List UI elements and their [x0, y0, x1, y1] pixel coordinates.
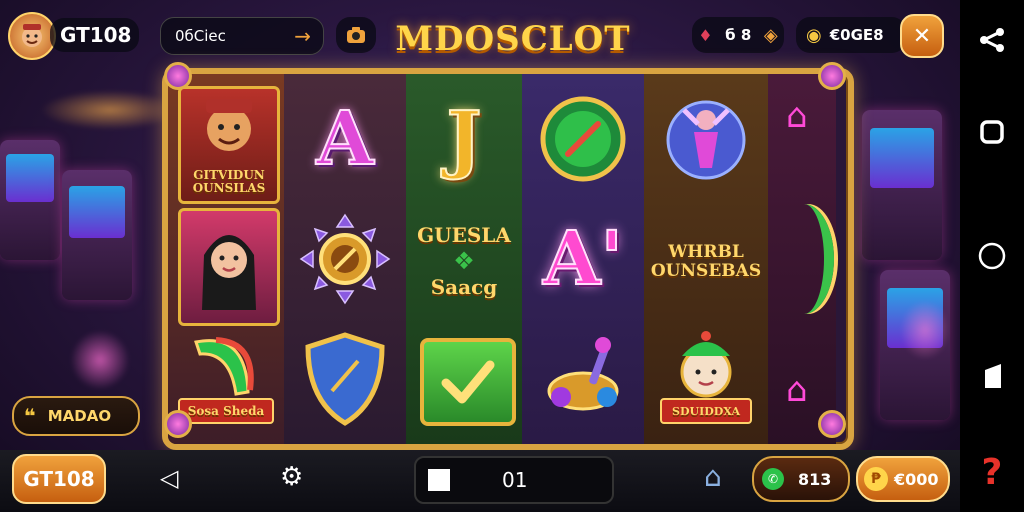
fairy-icon — [666, 100, 746, 180]
board-corner-gem-bl — [164, 410, 192, 438]
coins-display[interactable]: ◉ €0GE8 — [796, 17, 906, 53]
leaf-gem-icon: ❖ — [453, 247, 475, 275]
board-corner-gem-br — [818, 410, 846, 438]
lamp-icon — [547, 337, 619, 411]
stat-value: б 8 — [725, 26, 752, 44]
wild-bottom-label: Saacg — [430, 275, 498, 299]
pink-lamp-right — [900, 300, 950, 360]
board-corner-gem-tl — [164, 62, 192, 90]
reel-5: WHRBL OUNSEBAS SDUIDDXA — [644, 74, 768, 444]
promo-field[interactable]: 0бСіес → — [160, 17, 324, 55]
counter-display[interactable]: 01 — [414, 456, 614, 504]
shield-symbol[interactable] — [292, 324, 398, 434]
elf-badge-label: SDUIDDXA — [672, 404, 740, 418]
promo-text: 0бСіес — [175, 27, 226, 45]
balance-value: 813 — [798, 469, 832, 489]
gear-icon[interactable]: ⚙ — [280, 462, 303, 492]
ceiling-lights — [40, 90, 180, 130]
letter-a-symbol[interactable]: A — [284, 84, 406, 194]
arcade-machine-left — [0, 140, 60, 260]
coin-icon: ₱ — [864, 467, 888, 491]
help-icon[interactable]: ? — [972, 452, 1012, 493]
magic-lamp-symbol[interactable] — [532, 326, 634, 432]
fairy-symbol[interactable] — [654, 84, 758, 196]
reel-4: A' — [522, 74, 644, 444]
home-circle-icon[interactable] — [972, 236, 1012, 276]
letter-j-symbol[interactable]: J — [406, 84, 522, 194]
medallion-icon — [540, 96, 626, 182]
counter-value: 01 — [502, 468, 528, 492]
arcade-machine-left-2 — [62, 170, 132, 300]
wild-top-label: GUESLA — [417, 223, 511, 247]
player-name-tag: GT108 — [50, 18, 140, 52]
check-tile-symbol[interactable] — [420, 338, 516, 426]
home-icon[interactable]: ⌂ — [704, 460, 722, 493]
banner-label: Sosa Sheda — [187, 404, 265, 418]
elf-boy-icon — [680, 331, 732, 398]
bottom-left-banner: Sosa Sheda — [178, 398, 274, 424]
girl-portrait-icon — [202, 235, 256, 310]
speech-bubble-icon: ❝ — [24, 404, 36, 428]
house-gem-icon[interactable]: ⌂ — [786, 96, 808, 136]
balance-display[interactable]: ✆ 813 — [752, 456, 850, 502]
bonus-button[interactable]: ❝ MADAO — [12, 396, 140, 436]
house-gem-icon-2[interactable]: ⌂ — [786, 370, 808, 410]
girl-card-symbol[interactable] — [178, 208, 280, 326]
brand-button[interactable]: GT108 — [12, 454, 106, 504]
coins-value: €0GE8 — [829, 26, 884, 44]
game-title: MDOSCLOT — [395, 19, 631, 59]
bonus-label: MADAO — [47, 407, 112, 425]
recents-icon[interactable] — [972, 112, 1012, 152]
back-triangle-icon[interactable]: ◁ — [160, 464, 178, 492]
slot-board: GITVIDUN OUNSILAS Sosa Sheda A J GUESLA … — [162, 68, 854, 450]
pink-lamp — [70, 330, 130, 390]
horn-icon — [194, 337, 254, 396]
banner-text-symbol[interactable]: WHRBL OUNSEBAS — [648, 214, 764, 310]
brand-label: GT108 — [23, 467, 95, 491]
stat-display[interactable]: ♦ б 8 ◈ — [692, 17, 784, 53]
heart-gem-icon: ♦ — [698, 25, 713, 45]
coins-bottom-value: €000 — [894, 469, 939, 489]
reel-1: GITVIDUN OUNSILAS Sosa Sheda — [168, 74, 284, 444]
banner-text-label: WHRBL OUNSEBAS — [650, 242, 762, 281]
curved-horn-symbol[interactable] — [774, 204, 834, 314]
compass-gem-icon — [299, 213, 391, 305]
elf-boy-symbol[interactable]: SDUIDDXA — [654, 328, 758, 432]
phone-icon: ✆ — [762, 468, 784, 490]
shield-icon — [305, 332, 385, 426]
green-medallion-symbol[interactable] — [532, 84, 634, 194]
camera-icon — [347, 27, 365, 43]
elf-badge: SDUIDDXA — [660, 398, 752, 424]
reel-6: ⌂ ⌂ — [768, 74, 836, 444]
checkmark-icon — [441, 360, 495, 404]
back-icon[interactable] — [972, 356, 1012, 396]
reel-3: J GUESLA ❖ Saacg — [406, 74, 522, 444]
stop-square-icon — [428, 469, 450, 491]
bottom-bar: GT108 ◁ ⚙ 01 ⌂ ✆ 813 ₱ €000 — [0, 450, 960, 512]
game-scene: GT108 0бСіес → MDOSCLOT ♦ б 8 ◈ ◉ €0GE8 … — [0, 0, 960, 512]
letter-a-prime-symbol[interactable]: A' — [522, 204, 644, 314]
diamond-icon: ◈ — [763, 24, 778, 46]
board-corner-gem-tr — [818, 62, 846, 90]
wild-text-symbol[interactable]: GUESLA ❖ Saacg — [410, 206, 518, 316]
hero-card-label: GITVIDUN OUNSILAS — [192, 167, 266, 195]
share-icon[interactable] — [972, 20, 1012, 60]
settings-tools-button[interactable]: ✕ — [900, 14, 944, 58]
compass-gem-symbol[interactable] — [290, 204, 400, 314]
reel-2: A — [284, 74, 406, 444]
coin-stack-icon: ◉ — [806, 24, 822, 46]
hero-card-symbol[interactable]: GITVIDUN OUNSILAS — [178, 86, 280, 204]
system-nav-bar: ? — [960, 0, 1024, 512]
arrow-right-icon: → — [294, 24, 311, 48]
avatar-face-icon — [22, 24, 42, 47]
tools-icon: ✕ — [912, 23, 932, 49]
hero-portrait-icon — [206, 99, 252, 151]
coins-bottom-display[interactable]: ₱ €000 — [856, 456, 950, 502]
arcade-machine-right — [862, 110, 942, 260]
camera-button[interactable] — [336, 17, 376, 53]
player-name: GT108 — [60, 23, 132, 47]
player-avatar[interactable] — [8, 12, 56, 60]
